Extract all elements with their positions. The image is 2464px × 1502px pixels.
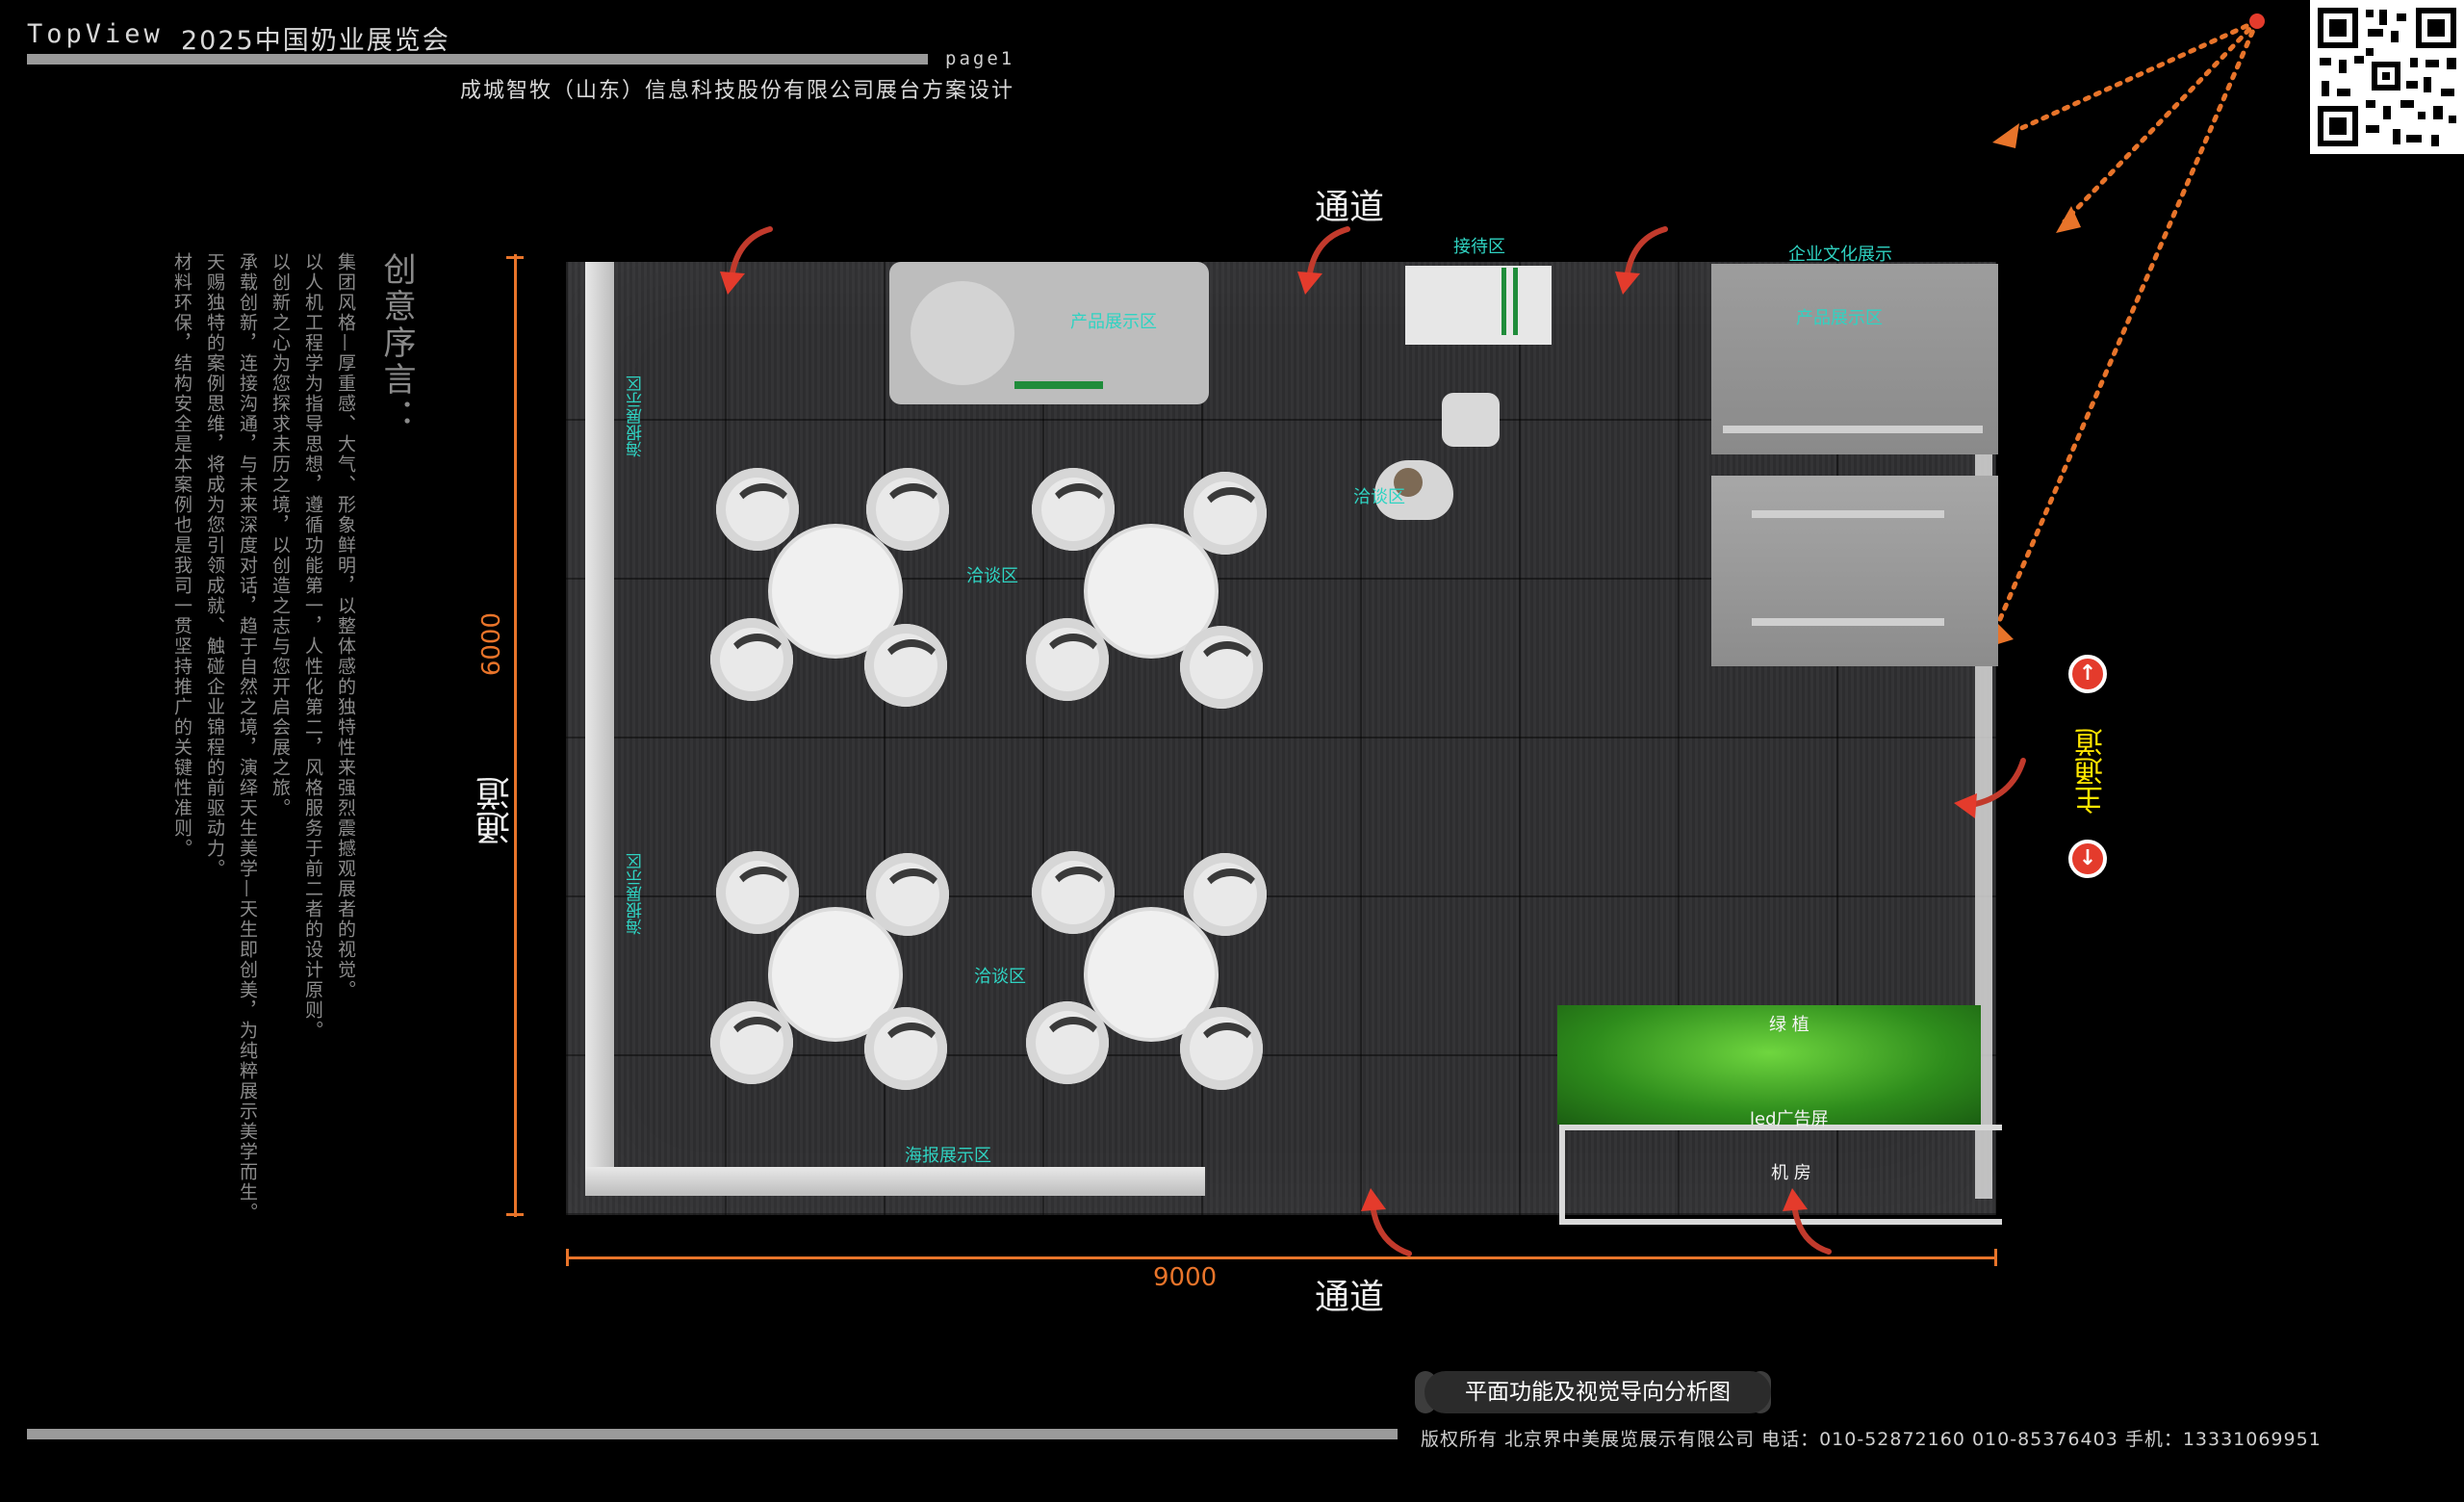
width-dimension-value: 9000 [1153,1263,1218,1292]
entry-arrows [720,226,2026,1256]
page-number: page1 [945,48,1015,69]
preface-item: 天赐独特的案例思维，将成为您引领成就、触碰企业锦程的前驱动力。 [204,252,225,879]
depth-dimension-line [514,254,517,1217]
entry-arrow-icon [1306,226,1350,282]
dimension-tick [506,256,524,259]
entry-arrow-icon [1968,758,2026,808]
preface-item: 集团风格—厚重感、大气、形象鲜明，以整体感的独特性来强烈震撼观展者的视觉。 [335,252,356,1000]
preface-item: 以人机工程学为指导思想，遵循功能第一，人性化第二，风格服务于前二者的设计原则。 [302,252,323,1041]
aisle-label-top: 通道 [1315,188,1385,227]
main-aisle-label: 主通道 [2075,728,2109,815]
company-subtitle: 成城智牧（山东）信息科技股份有限公司展台方案设计 [460,79,1015,103]
entry-arrow-icon [729,226,773,282]
header-divider [27,54,928,65]
width-dimension-line [566,1256,1996,1259]
brand-label: TopView [27,19,164,49]
up-arrow-icon: ↑ [2068,655,2107,693]
dimension-tick [506,1213,524,1216]
down-arrow-icon: ↓ [2068,840,2107,878]
entry-arrow-icon [1791,1201,1832,1255]
entry-arrow-icon [1624,226,1668,282]
qr-code-icon [2310,0,2464,154]
preface-title: 创意序言： [377,252,416,435]
preface-item: 以创新之心为您探求未历之境，以创造之志与您开启会展之旅。 [270,252,291,818]
exhibition-title: 2025中国奶业展览会 [181,26,450,56]
sightline-arrow-icon [2062,18,2260,224]
footer-contact: 版权所有 北京界中美展览展示有限公司 电话：010-52872160 010-8… [1421,1429,2322,1450]
dimension-tick [566,1249,569,1266]
entry-arrow-icon [1370,1201,1412,1256]
preface-item: 承载创新，连接沟通，与未来深度对话，趋于自然之境，演绎天生美学—天生即创美，为纯… [237,252,258,1223]
sightline-arrow-icon [2004,18,2260,138]
footer-divider [27,1429,1398,1439]
aisle-label-bottom: 通道 [1315,1278,1385,1317]
dimension-tick [1994,1249,1997,1266]
depth-dimension-value: 6000 [477,612,506,677]
preface-item: 材料环保，结构安全是本案例也是我司一贯坚持推广的关键性准则。 [171,252,192,859]
figure-caption: 平面功能及视觉导向分析图 [1424,1371,1771,1413]
